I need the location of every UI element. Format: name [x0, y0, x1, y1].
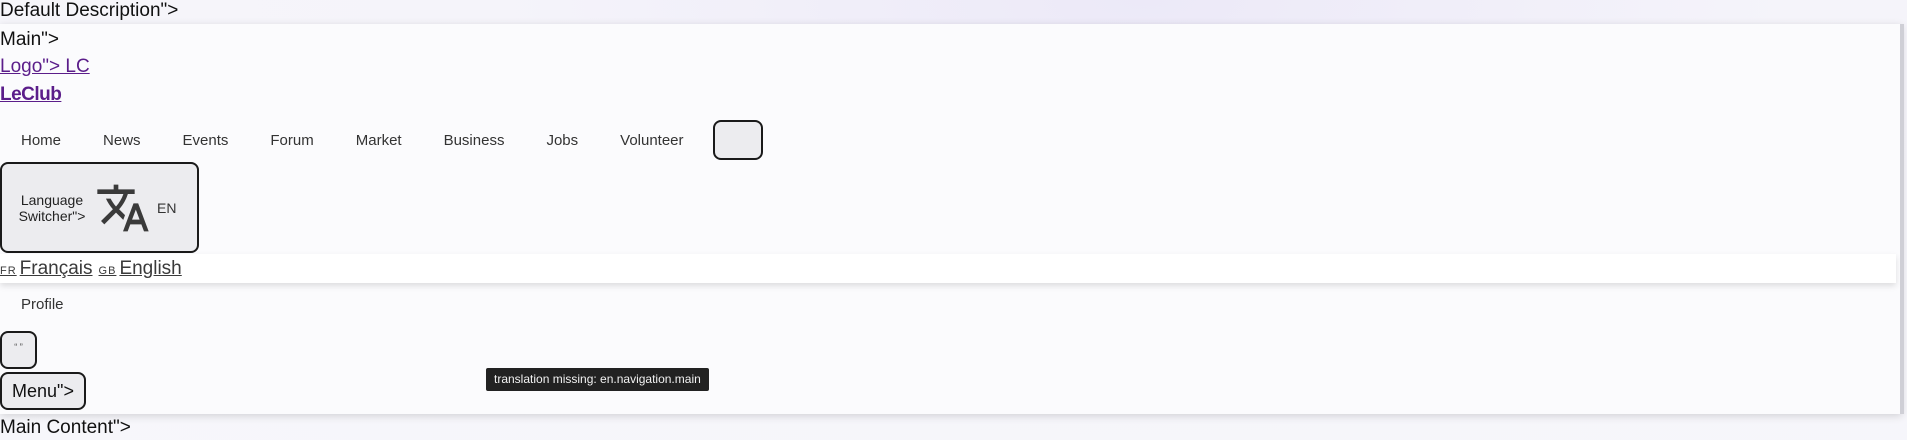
nav-item-forum[interactable]: Forum: [249, 132, 334, 149]
nav-item-business[interactable]: Business: [423, 132, 526, 149]
default-description-text: Default Description">: [0, 0, 179, 21]
language-switcher-button[interactable]: Language Switcher"> EN: [0, 162, 199, 253]
language-option-french[interactable]: FR Français: [0, 258, 93, 280]
main-text: Main">: [0, 29, 60, 50]
nav-item-jobs[interactable]: Jobs: [525, 132, 599, 149]
language-option-english[interactable]: GB English: [99, 258, 182, 280]
current-language-code: EN: [157, 199, 177, 216]
language-option-label: Français: [19, 257, 93, 279]
flag-gb-icon: GB: [98, 264, 117, 277]
nav-item-news[interactable]: News: [82, 132, 162, 149]
nav-item-market[interactable]: Market: [335, 132, 423, 149]
main-content-text: Main Content">: [0, 417, 131, 438]
language-switcher-label: Language Switcher">: [18, 191, 86, 224]
nav-item-volunteer[interactable]: Volunteer: [599, 132, 704, 149]
nav-more-button[interactable]: [712, 120, 763, 160]
translate-icon: [97, 184, 149, 231]
menu-button[interactable]: Menu">: [0, 372, 86, 410]
brand-link[interactable]: LeClub: [0, 84, 62, 106]
logo-link[interactable]: Logo"> LC: [0, 56, 90, 78]
nav-item-profile[interactable]: Profile: [21, 296, 64, 313]
tooltip: translation missing: en.navigation.main: [486, 368, 709, 391]
language-dropdown: FR Français GB English: [0, 254, 1896, 283]
scrollbar[interactable]: [1900, 24, 1904, 414]
main-header-panel: [0, 24, 1902, 414]
flag-fr-icon: FR: [0, 264, 17, 277]
main-navigation: Home News Events Forum Market Business J…: [0, 120, 763, 160]
language-option-label: English: [119, 257, 182, 279]
theme-toggle-button[interactable]: “ ”: [0, 331, 37, 369]
broken-image-icon: “ ”: [14, 342, 23, 352]
nav-item-home[interactable]: Home: [0, 132, 82, 149]
nav-item-events[interactable]: Events: [162, 132, 250, 149]
